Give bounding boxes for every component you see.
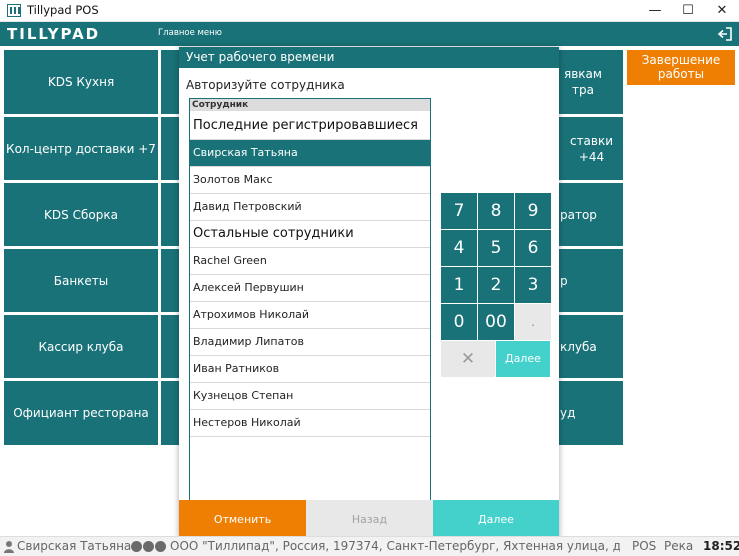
maximize-button[interactable]: ☐ [671,0,705,22]
workspace-tile[interactable]: Банкеты [4,249,158,312]
status-indicator-icon [155,541,166,552]
key-7[interactable]: 7 [441,193,477,229]
key-1[interactable]: 1 [441,267,477,303]
workspace-tile[interactable]: клуба [558,315,623,378]
window-titlebar: Tillypad POS — ☐ ✕ [0,0,739,22]
current-user: Свирская Татьяна [17,539,132,553]
time-tracking-dialog: Учет рабочего времени Авторизуйте сотруд… [179,47,559,539]
workspace-tile[interactable] [161,315,181,378]
list-item[interactable]: Алексей Первушин [190,275,430,302]
tillypad-logo: TILLYPAD [7,25,101,43]
clear-key[interactable]: ✕ [441,341,495,377]
workspace-tile[interactable]: р [558,249,623,312]
list-item[interactable]: Атрохимов Николай [190,302,430,329]
list-item[interactable]: Владимир Липатов [190,329,430,356]
workspace-tile[interactable]: Кол-центр доставки +7 [4,117,158,180]
organization-info: ООО "Тиллипад", Россия, 197374, Санкт-Пе… [170,539,620,553]
workspace-tile[interactable]: ставки +44 [558,117,623,180]
workspace-tile[interactable]: Официант ресторана [4,381,158,445]
list-item[interactable]: Давид Петровский [190,194,430,221]
workspace-tile[interactable]: KDS Сборка [4,183,158,246]
key-decimal[interactable]: . [515,304,551,340]
keypad-next-button[interactable]: Далее [496,341,550,377]
next-button[interactable]: Далее [433,500,559,539]
status-indicator-icon [131,541,142,552]
close-window-button[interactable]: ✕ [705,0,739,22]
key-2[interactable]: 2 [478,267,514,303]
key-4[interactable]: 4 [441,230,477,266]
list-item[interactable]: Кузнецов Степан [190,383,430,410]
dialog-subtitle: Авторизуйте сотрудника [186,78,345,92]
workspace-tile[interactable] [161,381,181,445]
main-menu-link[interactable]: Главное меню [158,28,222,38]
list-item[interactable]: Иван Ратников [190,356,430,383]
workspace-tile[interactable]: Кассир клуба [4,315,158,378]
key-8[interactable]: 8 [478,193,514,229]
key-9[interactable]: 9 [515,193,551,229]
workspace-tile[interactable]: ратор [558,183,623,246]
back-button[interactable]: Назад [306,500,433,539]
list-item[interactable]: Нестеров Николай [190,410,430,437]
workspace-tile[interactable]: явкам тра [558,50,623,114]
employee-list[interactable]: Сотрудник Последние регистрировавшиеся С… [189,98,431,502]
workspace-tile[interactable]: KDS Кухня [4,50,158,114]
status-icons [131,541,167,555]
app-header: TILLYPAD Главное меню [0,22,739,46]
window-title: Tillypad POS [27,3,99,17]
list-header: Сотрудник [190,99,430,111]
pos-label: POS [632,539,657,553]
close-icon: ✕ [460,349,476,369]
finish-work-button[interactable]: Завершение работы [627,50,735,85]
status-bar: Свирская Татьяна ООО "Тиллипад", Россия,… [0,536,739,556]
status-indicator-icon [143,541,154,552]
location-label: Река [664,539,694,553]
user-icon [4,541,14,553]
workspace-tile[interactable] [161,249,181,312]
list-item-selected[interactable]: Свирская Татьяна [190,140,430,167]
list-item[interactable]: Золотов Макс [190,167,430,194]
dialog-title: Учет рабочего времени [179,47,559,68]
key-00[interactable]: 00 [478,304,514,340]
key-0[interactable]: 0 [441,304,477,340]
minimize-button[interactable]: — [638,0,672,22]
exit-icon[interactable] [717,26,733,42]
workspace-tile[interactable] [161,183,181,246]
workspace-tile[interactable] [161,117,181,180]
app-icon [7,4,21,17]
section-recent: Последние регистрировавшиеся [190,113,430,140]
workspace-tile[interactable] [161,50,181,114]
key-3[interactable]: 3 [515,267,551,303]
list-item[interactable]: Rachel Green [190,248,430,275]
key-5[interactable]: 5 [478,230,514,266]
workspace-tile[interactable]: уд [558,381,623,445]
clock: 18:52 [703,539,739,553]
key-6[interactable]: 6 [515,230,551,266]
cancel-button[interactable]: Отменить [179,500,306,539]
section-other: Остальные сотрудники [190,221,430,248]
